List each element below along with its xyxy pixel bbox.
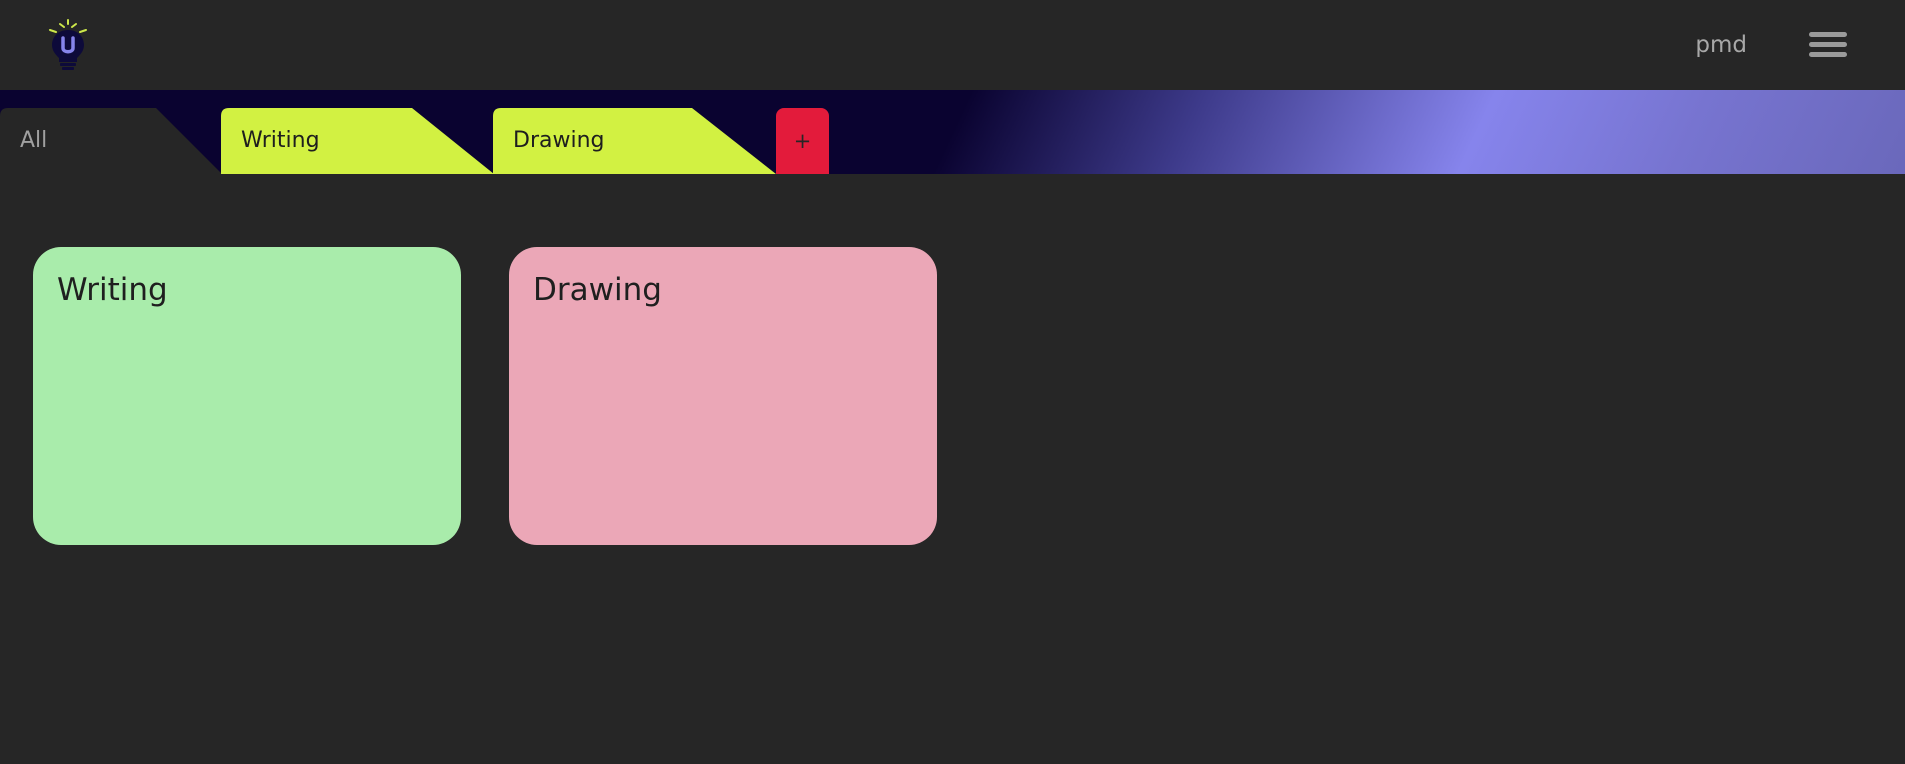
- menu-bar-top: [1809, 32, 1847, 37]
- add-tab-button[interactable]: +: [776, 108, 829, 174]
- tab-all[interactable]: All: [0, 108, 222, 174]
- card-writing[interactable]: Writing: [33, 247, 461, 545]
- menu-bar-middle: [1809, 42, 1847, 47]
- category-tab-bar: All Writing Drawing +: [0, 90, 1905, 174]
- tab-drawing[interactable]: Drawing: [493, 108, 776, 174]
- add-tab-label: +: [793, 129, 812, 153]
- tab-all-label: All: [20, 128, 48, 153]
- tab-writing[interactable]: Writing: [221, 108, 494, 174]
- card-writing-title: Writing: [57, 272, 168, 308]
- lightbulb-logo-icon[interactable]: [44, 18, 92, 72]
- app-header: pmd: [0, 0, 1905, 90]
- card-drawing-title: Drawing: [533, 272, 662, 308]
- card-drawing[interactable]: Drawing: [509, 247, 937, 545]
- tab-writing-label: Writing: [241, 128, 320, 153]
- menu-bar-bottom: [1809, 52, 1847, 57]
- tab-drawing-label: Drawing: [513, 128, 605, 153]
- hamburger-menu-icon[interactable]: [1809, 30, 1847, 60]
- username-label[interactable]: pmd: [1695, 30, 1747, 60]
